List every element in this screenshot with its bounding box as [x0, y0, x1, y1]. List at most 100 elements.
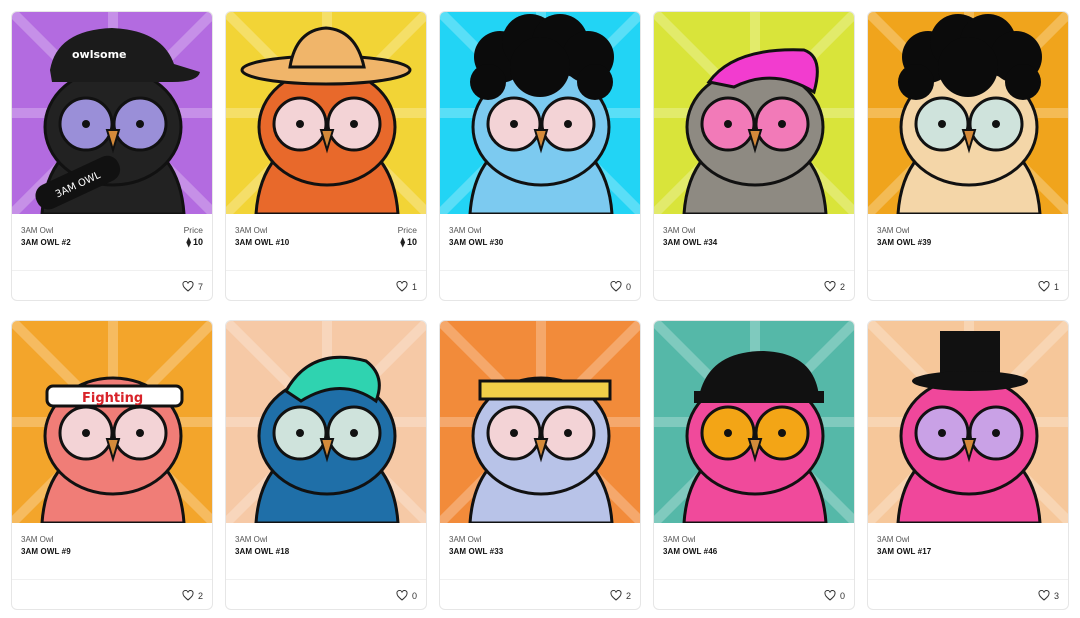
heart-icon	[182, 590, 194, 601]
heart-icon	[182, 281, 194, 292]
nft-name[interactable]: 3AM OWL #2	[21, 238, 71, 247]
owl-illustration	[226, 321, 426, 523]
nft-name[interactable]: 3AM OWL #34	[663, 238, 717, 247]
like-button[interactable]: 1	[396, 281, 417, 292]
heart-icon	[824, 281, 836, 292]
divider	[440, 270, 640, 271]
card-info: 3AM Owl 3AM OWL #10 Price ⧫ 10	[226, 214, 426, 270]
owl-illustration	[440, 12, 640, 214]
like-button[interactable]: 1	[1038, 281, 1059, 292]
nft-image[interactable]	[440, 12, 640, 214]
nft-image[interactable]	[226, 321, 426, 523]
price-value: ⧫ 10	[187, 237, 203, 248]
owl-illustration	[654, 12, 854, 214]
owl-illustration	[868, 12, 1068, 214]
divider	[654, 579, 854, 580]
like-button[interactable]: 2	[610, 590, 631, 601]
collection-name[interactable]: 3AM Owl	[235, 535, 267, 544]
card-info: 3AM Owl 3AM OWL #18	[226, 523, 426, 579]
nft-card[interactable]: 3AM Owl 3AM OWL #39 1	[867, 11, 1069, 301]
nft-name[interactable]: 3AM OWL #33	[449, 547, 503, 556]
like-button[interactable]: 0	[396, 590, 417, 601]
nft-image[interactable]	[868, 12, 1068, 214]
heart-icon	[1038, 590, 1050, 601]
card-info: 3AM Owl 3AM OWL #30	[440, 214, 640, 270]
like-count: 2	[625, 590, 631, 601]
collection-name[interactable]: 3AM Owl	[663, 226, 695, 235]
heart-icon	[610, 590, 622, 601]
like-count: 0	[839, 590, 845, 601]
nft-card[interactable]: 3AM Owl 3AM OWL #34 2	[653, 11, 855, 301]
nft-image[interactable]	[868, 321, 1068, 523]
nft-image[interactable]	[654, 12, 854, 214]
nft-card[interactable]: 3AM Owl 3AM OWL #30 0	[439, 11, 641, 301]
like-button[interactable]: 0	[824, 590, 845, 601]
price-label: Price	[397, 225, 417, 235]
nft-image[interactable]	[654, 321, 854, 523]
collection-name[interactable]: 3AM Owl	[21, 226, 53, 235]
card-info: 3AM Owl 3AM OWL #34	[654, 214, 854, 270]
owl-illustration: owlsome 3AM OWL	[12, 12, 212, 214]
owl-illustration	[226, 12, 426, 214]
headband-text: Fighting	[82, 391, 143, 406]
heart-icon	[396, 590, 408, 601]
collection-name[interactable]: 3AM Owl	[663, 535, 695, 544]
heart-icon	[1038, 281, 1050, 292]
like-button[interactable]: 7	[182, 281, 203, 292]
nft-name[interactable]: 3AM OWL #10	[235, 238, 289, 247]
price-value: ⧫ 10	[401, 237, 417, 248]
nft-name[interactable]: 3AM OWL #9	[21, 547, 71, 556]
heart-icon	[396, 281, 408, 292]
like-button[interactable]: 0	[610, 281, 631, 292]
nft-image[interactable]	[226, 12, 426, 214]
card-info: 3AM Owl 3AM OWL #33	[440, 523, 640, 579]
collection-name[interactable]: 3AM Owl	[877, 535, 909, 544]
card-info: 3AM Owl 3AM OWL #2 Price ⧫ 10	[12, 214, 212, 270]
like-count: 1	[1053, 281, 1059, 292]
collection-name[interactable]: 3AM Owl	[449, 226, 481, 235]
price-amount: 10	[406, 237, 417, 247]
nft-image[interactable]: Fighting	[12, 321, 212, 523]
collection-name[interactable]: 3AM Owl	[877, 226, 909, 235]
like-button[interactable]: 2	[182, 590, 203, 601]
card-info: 3AM Owl 3AM OWL #9	[12, 523, 212, 579]
nft-card[interactable]: 3AM Owl 3AM OWL #46 0	[653, 320, 855, 610]
like-count: 0	[411, 590, 417, 601]
divider	[654, 270, 854, 271]
nft-card[interactable]: 3AM Owl 3AM OWL #17 3	[867, 320, 1069, 610]
like-count: 2	[197, 590, 203, 601]
nft-card[interactable]: Fighting 3AM Owl 3AM OWL #9 2	[11, 320, 213, 610]
nft-name[interactable]: 3AM OWL #30	[449, 238, 503, 247]
nft-name[interactable]: 3AM OWL #39	[877, 238, 931, 247]
price-amount: 10	[192, 237, 203, 247]
nft-card[interactable]: 3AM Owl 3AM OWL #33 2	[439, 320, 641, 610]
divider	[440, 579, 640, 580]
collection-name[interactable]: 3AM Owl	[449, 535, 481, 544]
nft-name[interactable]: 3AM OWL #17	[877, 547, 931, 556]
nft-image[interactable]	[440, 321, 640, 523]
collection-name[interactable]: 3AM Owl	[235, 226, 267, 235]
like-button[interactable]: 2	[824, 281, 845, 292]
divider	[12, 579, 212, 580]
card-info: 3AM Owl 3AM OWL #39	[868, 214, 1068, 270]
card-info: 3AM Owl 3AM OWL #46	[654, 523, 854, 579]
like-count: 0	[625, 281, 631, 292]
owl-illustration	[868, 321, 1068, 523]
divider	[226, 270, 426, 271]
like-button[interactable]: 3	[1038, 590, 1059, 601]
nft-card[interactable]: owlsome 3AM OWL 3AM Owl 3AM OWL #2 Price…	[11, 11, 213, 301]
like-count: 3	[1053, 590, 1059, 601]
divider	[868, 579, 1068, 580]
nft-name[interactable]: 3AM OWL #18	[235, 547, 289, 556]
nft-name[interactable]: 3AM OWL #46	[663, 547, 717, 556]
owl-illustration: Fighting	[12, 321, 212, 523]
owl-illustration	[654, 321, 854, 523]
nft-image[interactable]: owlsome 3AM OWL	[12, 12, 212, 214]
ethereum-icon: ⧫	[186, 237, 191, 247]
nft-card[interactable]: 3AM Owl 3AM OWL #10 Price ⧫ 10 1	[225, 11, 427, 301]
nft-card[interactable]: 3AM Owl 3AM OWL #18 0	[225, 320, 427, 610]
collection-name[interactable]: 3AM Owl	[21, 535, 53, 544]
like-count: 7	[197, 281, 203, 292]
owl-illustration	[440, 321, 640, 523]
like-count: 2	[839, 281, 845, 292]
